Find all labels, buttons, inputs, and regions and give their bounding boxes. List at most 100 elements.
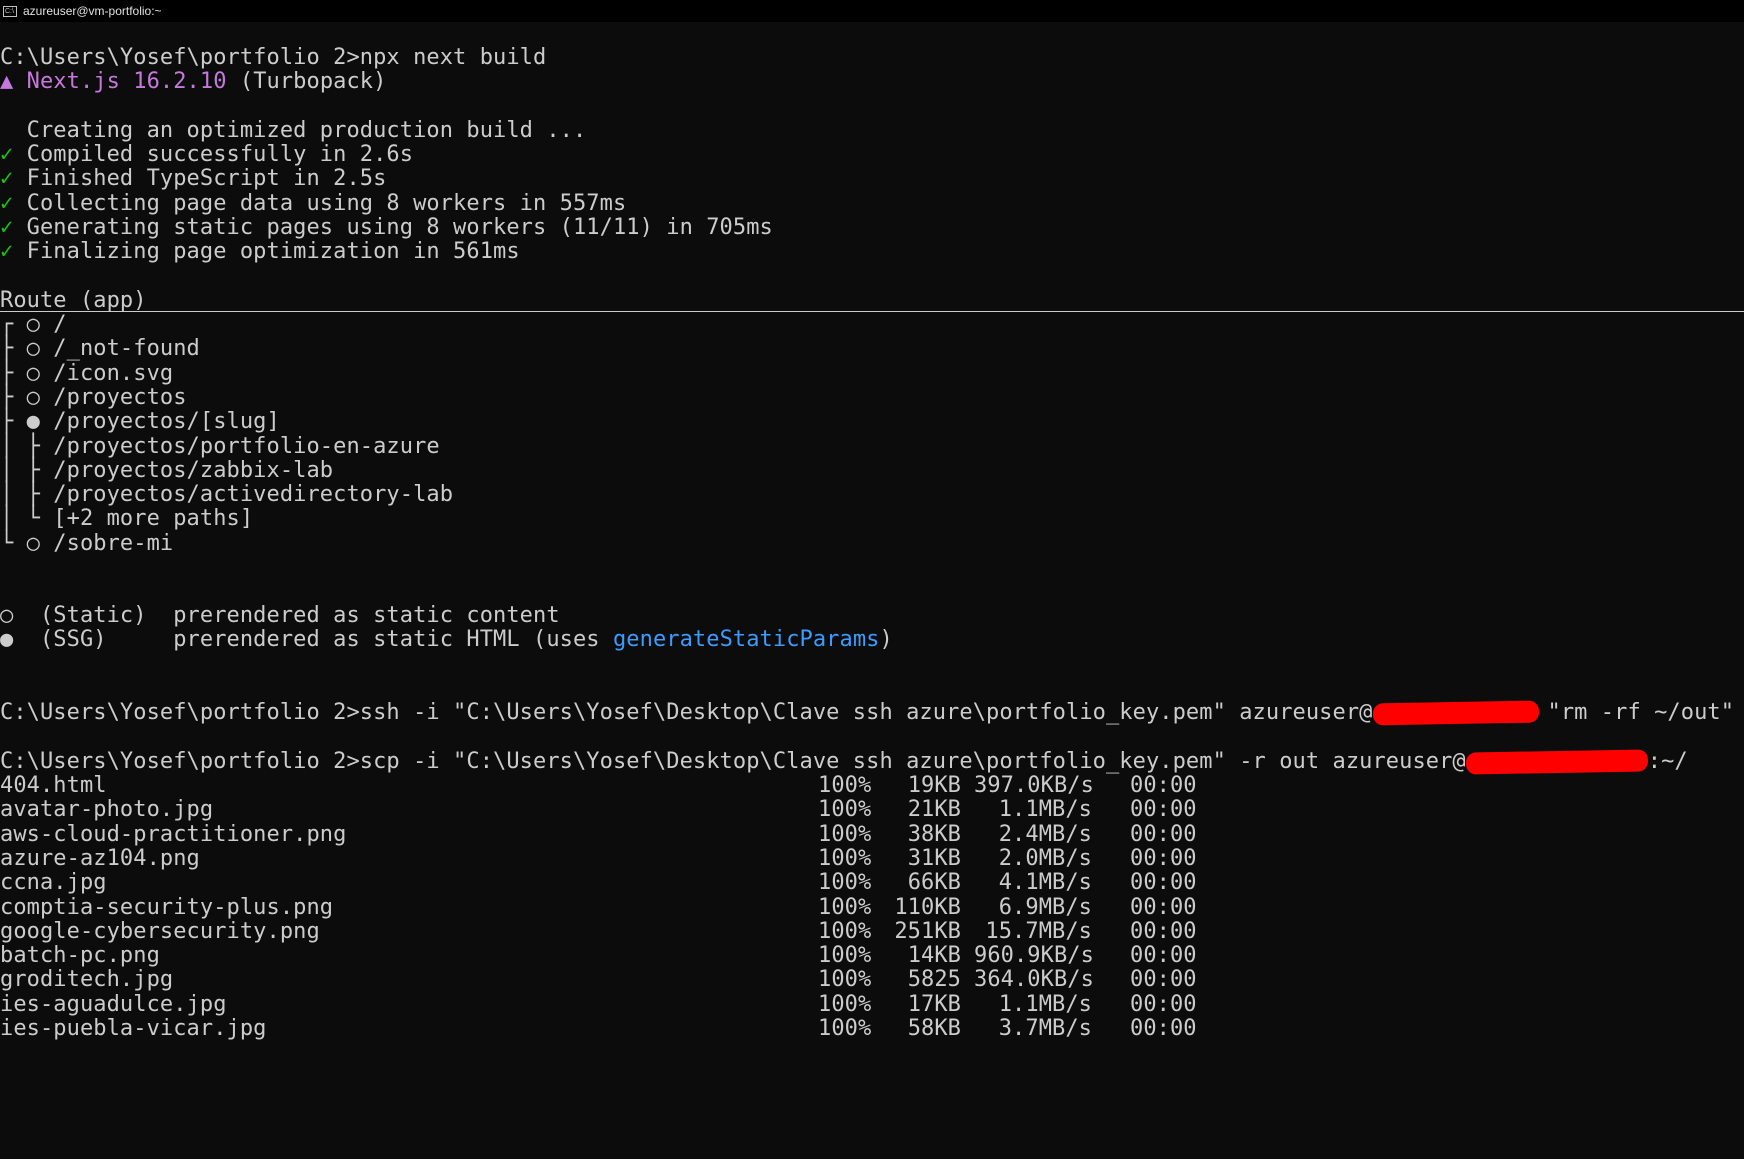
- transfer-rate: 397.0KB/s: [974, 773, 1094, 798]
- file-name: comptia-security-plus.png: [0, 895, 334, 920]
- redacted-ip-mark: [1372, 700, 1539, 726]
- build-step-text: Finalizing page optimization in 561ms: [13, 239, 520, 264]
- scp-file-row: groditech.jpg 100% 5825 364.0KB/s 00:00: [0, 966, 1744, 993]
- route-item: ├ ○ /_not-found: [0, 336, 200, 361]
- route-item: ├ ● /proyectos/[slug]: [0, 409, 280, 434]
- file-size: 58KB: [907, 1016, 961, 1041]
- file-name: ies-aguadulce.jpg: [0, 992, 227, 1017]
- route-item: ├ ○ /icon.svg: [0, 361, 174, 386]
- next-triangle-icon: ▲: [0, 69, 14, 94]
- terminal-output[interactable]: C:\Users\Yosef\portfolio 2>npx next buil…: [0, 22, 1744, 1159]
- legend-static: ○ (Static) prerendered as static content: [0, 603, 560, 628]
- file-percent: 100%: [818, 846, 872, 871]
- file-size: 110KB: [894, 895, 961, 920]
- build-step-line: ✓ Finalizing page optimization in 561ms: [0, 238, 520, 265]
- file-percent: 100%: [818, 797, 872, 822]
- transfer-eta: 00:00: [1130, 895, 1197, 920]
- ssh-command-text: C:\Users\Yosef\portfolio 2>ssh -i "C:\Us…: [0, 700, 1373, 725]
- creating-build-line: Creating an optimized production build .…: [0, 118, 587, 143]
- transfer-eta: 00:00: [1130, 919, 1197, 944]
- transfer-rate: 6.9MB/s: [998, 895, 1092, 920]
- file-percent: 100%: [818, 870, 872, 895]
- transfer-rate: 1.1MB/s: [998, 992, 1092, 1017]
- redacted-ip-mark: [1465, 749, 1648, 775]
- file-percent: 100%: [818, 773, 872, 798]
- check-icon: ✓: [0, 142, 14, 167]
- scp-file-row: batch-pc.png 100% 14KB 960.9KB/s 00:00: [0, 942, 1744, 969]
- window-title: azureuser@vm-portfolio:~: [23, 4, 162, 18]
- build-command-line: C:\Users\Yosef\portfolio 2>npx next buil…: [0, 45, 547, 70]
- route-item: │ └ [+2 more paths]: [0, 506, 254, 531]
- transfer-eta: 00:00: [1130, 967, 1197, 992]
- transfer-rate: 15.7MB/s: [985, 919, 1092, 944]
- check-icon: ✓: [0, 239, 14, 264]
- scp-file-row: avatar-photo.jpg 100% 21KB 1.1MB/s 00:00: [0, 796, 1744, 823]
- transfer-eta: 00:00: [1130, 992, 1197, 1017]
- transfer-eta: 00:00: [1130, 943, 1197, 968]
- check-icon: ✓: [0, 191, 14, 216]
- file-name: ies-puebla-vicar.jpg: [0, 1016, 267, 1041]
- route-divider: [0, 311, 1744, 312]
- file-percent: 100%: [818, 943, 872, 968]
- build-step-text: Compiled successfully in 2.6s: [13, 142, 414, 167]
- file-percent: 100%: [818, 895, 872, 920]
- file-percent: 100%: [818, 1016, 872, 1041]
- route-item: │ ├ /proyectos/portfolio-en-azure: [0, 434, 440, 459]
- transfer-rate: 1.1MB/s: [998, 797, 1092, 822]
- file-name: groditech.jpg: [0, 967, 174, 992]
- build-step-text: Collecting page data using 8 workers in …: [13, 191, 627, 216]
- transfer-rate: 3.7MB/s: [998, 1016, 1092, 1041]
- route-item: │ ├ /proyectos/zabbix-lab: [0, 458, 334, 483]
- file-name: google-cybersecurity.png: [0, 919, 320, 944]
- file-percent: 100%: [818, 919, 872, 944]
- legend-ssg: ● (SSG) prerendered as static HTML (uses…: [0, 626, 893, 653]
- file-size: 14KB: [907, 943, 961, 968]
- next-version: Next.js 16.2.10: [26, 69, 227, 94]
- transfer-rate: 4.1MB/s: [998, 870, 1092, 895]
- file-name: azure-az104.png: [0, 846, 200, 871]
- route-item: ├ ○ /proyectos: [0, 385, 187, 410]
- file-size: 66KB: [907, 870, 961, 895]
- file-size: 38KB: [907, 822, 961, 847]
- scp-target-path: :~/: [1647, 749, 1688, 774]
- file-name: avatar-photo.jpg: [0, 797, 214, 822]
- terminal-window: C:\ azureuser@vm-portfolio:~ C:\Users\Yo…: [0, 0, 1744, 1159]
- ssh-command-line: C:\Users\Yosef\portfolio 2>ssh -i "C:\Us…: [0, 699, 1734, 726]
- ssh-remote-command: "rm -rf ~/out": [1547, 700, 1735, 725]
- transfer-eta: 00:00: [1130, 870, 1197, 895]
- cmd-window-icon: C:\: [3, 5, 17, 17]
- file-name: batch-pc.png: [0, 943, 160, 968]
- file-percent: 100%: [818, 992, 872, 1017]
- route-item: └ ○ /sobre-mi: [0, 531, 174, 556]
- check-icon: ✓: [0, 215, 14, 240]
- transfer-rate: 960.9KB/s: [974, 943, 1094, 968]
- scp-file-row: ies-puebla-vicar.jpg 100% 58KB 3.7MB/s 00:00: [0, 1015, 1744, 1042]
- file-size: 19KB: [907, 773, 961, 798]
- file-name: 404.html: [0, 773, 107, 798]
- build-step-text: Generating static pages using 8 workers …: [13, 215, 773, 240]
- scp-file-row: google-cybersecurity.png 100% 251KB 15.7MB/…: [0, 918, 1744, 945]
- scp-file-row: 404.html 100% 19KB 397.0KB/s 00:00: [0, 772, 1744, 799]
- file-size: 21KB: [907, 797, 961, 822]
- route-item: ┌ ○ /: [0, 312, 67, 337]
- transfer-rate: 2.0MB/s: [998, 846, 1092, 871]
- file-size: 251KB: [894, 919, 961, 944]
- scp-file-row: ccna.jpg 100% 66KB 4.1MB/s 00:00: [0, 869, 1744, 896]
- route-header: Route (app): [0, 288, 147, 313]
- file-size: 31KB: [907, 846, 961, 871]
- legend-ssg-text: ● (SSG) prerendered as static HTML (uses: [0, 627, 613, 652]
- file-size: 5825: [907, 967, 961, 992]
- route-item: │ ├ /proyectos/activedirectory-lab: [0, 482, 454, 507]
- transfer-eta: 00:00: [1130, 1016, 1197, 1041]
- check-icon: ✓: [0, 166, 14, 191]
- legend-ssg-close: ): [879, 627, 893, 652]
- scp-file-row: ies-aguadulce.jpg 100% 17KB 1.1MB/s 00:00: [0, 991, 1744, 1018]
- file-percent: 100%: [818, 822, 872, 847]
- file-name: ccna.jpg: [0, 870, 107, 895]
- build-step-line: ✓ Generating static pages using 8 worker…: [0, 214, 773, 241]
- transfer-eta: 00:00: [1130, 846, 1197, 871]
- transfer-eta: 00:00: [1130, 797, 1197, 822]
- transfer-rate: 364.0KB/s: [974, 967, 1094, 992]
- scp-file-row: azure-az104.png 100% 31KB 2.0MB/s 00:00: [0, 845, 1744, 872]
- title-bar[interactable]: C:\ azureuser@vm-portfolio:~: [0, 0, 1744, 22]
